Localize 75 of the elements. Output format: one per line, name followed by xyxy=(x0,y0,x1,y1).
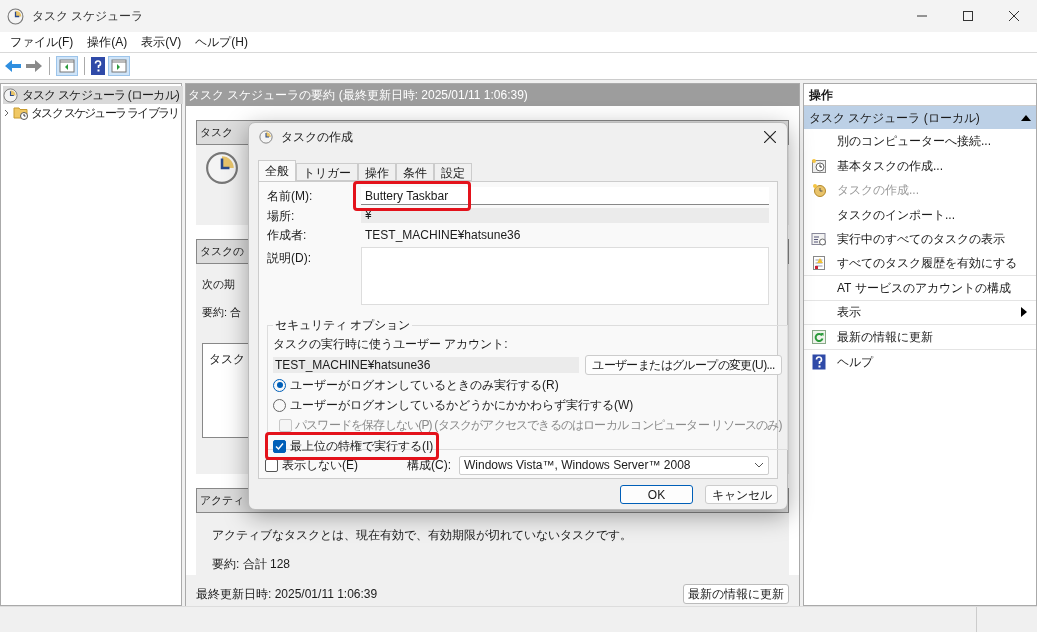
ok-button[interactable]: OK xyxy=(620,485,693,504)
actions-group-header[interactable]: タスク スケジューラ (ローカル) xyxy=(804,106,1036,129)
menu-item[interactable]: ヘルプ(H) xyxy=(188,33,255,51)
help-icon xyxy=(812,353,826,370)
section-text: 要約: 合計 128 xyxy=(212,556,292,573)
name-field[interactable]: Buttery Taskbar xyxy=(361,187,769,206)
clock-icon xyxy=(3,87,18,103)
checkbox-label: パスワードを保存しない(P) (タスクがアクセスできるのはローカル コンピューター リソースのみ) xyxy=(295,417,782,435)
action-item[interactable]: 実行中のすべてのタスクの表示 xyxy=(804,227,1036,252)
radio-label: ユーザーがログオンしているときのみ実行する(R) xyxy=(290,377,559,395)
tab[interactable]: 設定 xyxy=(434,163,472,181)
pane-header: タスク スケジューラの要約 (最終更新日時: 2025/01/11 1:06:39) xyxy=(186,84,799,106)
back-arrow-icon[interactable] xyxy=(4,59,22,73)
collapse-arrow-icon xyxy=(1021,114,1031,121)
radio-label: ユーザーがログオンしているかどうかにかかわらず実行する(W) xyxy=(290,397,634,415)
window-title: タスク スケジューラ xyxy=(32,8,144,25)
clock-icon xyxy=(811,182,827,199)
forward-arrow-icon[interactable] xyxy=(25,59,43,73)
panel-toggle-icon[interactable] xyxy=(56,56,78,76)
submenu-arrow-icon xyxy=(1021,307,1027,318)
section-text: 次の期 xyxy=(202,277,235,292)
help-icon[interactable] xyxy=(91,57,105,75)
refresh-button[interactable]: 最新の情報に更新 xyxy=(683,584,789,604)
menu-item[interactable]: 操作(A) xyxy=(80,33,135,51)
panel-toggle-icon[interactable] xyxy=(108,56,130,76)
menu-item[interactable]: 表示(V) xyxy=(134,33,189,51)
section-text: アクティブなタスクとは、現在有効で、有効期限が切れていないタスクです。 xyxy=(212,527,633,544)
action-item[interactable]: AT サービスのアカウントの構成 xyxy=(804,276,1036,301)
action-item[interactable]: 表示 xyxy=(804,300,1036,325)
account-value: TEST_MACHINE¥hatsune36 xyxy=(273,357,580,374)
clock-icon xyxy=(205,151,239,185)
close-icon xyxy=(1009,11,1019,21)
action-item[interactable]: 最新の情報に更新 xyxy=(804,325,1036,350)
menu-item[interactable]: ファイル(F) xyxy=(3,33,81,51)
field-label: 場所: xyxy=(267,207,296,225)
action-item[interactable]: 別のコンピューターへ接続... xyxy=(804,129,1036,154)
tree-item[interactable]: タスク スケジューラ (ローカル) xyxy=(3,86,184,104)
tab[interactable]: トリガー xyxy=(296,163,358,181)
cancel-button[interactable]: キャンセル xyxy=(705,485,778,504)
account-label: タスクの実行時に使うユーザー アカウント: xyxy=(273,336,509,354)
action-item[interactable]: タスクのインポート... xyxy=(804,202,1036,227)
maximize-icon xyxy=(963,11,973,21)
configure-dropdown[interactable]: Windows Vista™, Windows Server™ 2008 xyxy=(459,455,769,475)
refresh-icon xyxy=(811,328,827,345)
checkbox-label: 表示しない(E) xyxy=(282,457,358,475)
checkbox-label: 最上位の特権で実行する(I) xyxy=(290,438,434,456)
action-item[interactable]: ヘルプ xyxy=(804,349,1036,374)
author-value: TEST_MACHINE¥hatsune36 xyxy=(364,227,522,245)
action-item[interactable]: 基本タスクの作成... xyxy=(804,153,1036,178)
tree-item[interactable]: タスク スケジューラ ライブラリ xyxy=(3,104,183,122)
description-field[interactable] xyxy=(361,247,769,306)
last-updated-text: 最終更新日時: 2025/01/11 1:06:39 xyxy=(196,586,378,603)
list-header: タスク xyxy=(209,352,245,366)
section-text: 要約: 合 xyxy=(202,304,242,320)
chevron-icon[interactable] xyxy=(3,108,11,118)
dialog-title: タスクの作成 xyxy=(281,129,353,146)
tab[interactable]: 操作 xyxy=(358,163,396,181)
log-icon xyxy=(811,255,827,272)
list-clock-icon xyxy=(811,231,827,248)
calendar-clock-icon xyxy=(811,157,827,174)
app-clock-icon xyxy=(7,7,24,25)
chevron-icon xyxy=(754,462,764,469)
field-label: 構成(C): xyxy=(407,457,452,475)
tab[interactable]: 全般 xyxy=(258,160,296,181)
field-label: 説明(D): xyxy=(267,250,312,268)
change-user-button[interactable]: ユーザーまたはグループの変更(U)... xyxy=(585,355,782,376)
checkbox[interactable] xyxy=(273,439,286,453)
field-label: 作成者: xyxy=(267,227,308,245)
field-label: 名前(M): xyxy=(267,187,314,205)
clock-icon xyxy=(259,130,273,144)
tab[interactable]: 条件 xyxy=(396,163,434,181)
action-item[interactable]: すべてのタスク履歴を有効にする xyxy=(804,251,1036,276)
group-legend: セキュリティ オプション xyxy=(273,316,413,335)
folder-clock-icon xyxy=(13,105,29,121)
close-button[interactable] xyxy=(763,130,777,144)
